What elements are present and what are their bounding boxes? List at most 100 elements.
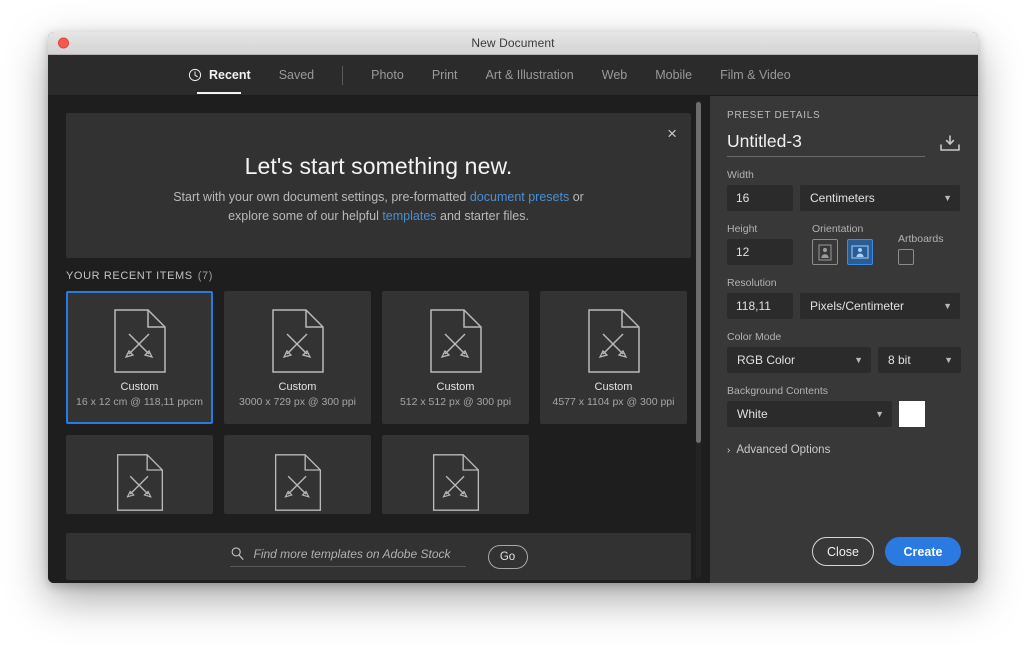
- dialog-body: × Let's start something new. Start with …: [48, 96, 978, 583]
- search-icon: [231, 547, 243, 560]
- welcome-banner: × Let's start something new. Start with …: [66, 113, 691, 258]
- recent-item-name: Custom: [436, 381, 475, 393]
- color-depth-select[interactable]: 8 bit ▼: [878, 347, 961, 373]
- scrollbar-track[interactable]: [696, 100, 701, 578]
- tab-saved[interactable]: Saved: [265, 55, 328, 95]
- resolution-input[interactable]: [727, 293, 793, 319]
- document-icon: [271, 309, 324, 373]
- background-color-swatch[interactable]: [899, 401, 925, 427]
- tab-label: Mobile: [655, 68, 693, 82]
- create-button[interactable]: Create: [885, 537, 961, 566]
- color-depth-value: 8 bit: [888, 353, 911, 367]
- background-contents-row: White ▼: [727, 401, 961, 427]
- recent-item-card[interactable]: Custom 16 x 12 cm @ 118,11 ppcm: [66, 291, 213, 424]
- recent-item-name: Custom: [594, 381, 633, 393]
- tab-art-illustration[interactable]: Art & Illustration: [472, 55, 588, 95]
- height-group: Height: [727, 223, 793, 265]
- tab-list: Recent Saved Photo Print Art & Illustrat…: [174, 55, 805, 95]
- height-orientation-row: Height Orientation: [727, 223, 961, 265]
- background-contents-select[interactable]: White ▼: [727, 401, 892, 427]
- chevron-right-icon: ›: [727, 444, 731, 456]
- chevron-down-icon: ▼: [854, 354, 863, 365]
- landscape-icon: [851, 245, 869, 259]
- tab-label: Art & Illustration: [485, 68, 574, 82]
- close-icon[interactable]: ×: [667, 125, 677, 142]
- recent-item-card[interactable]: Custom 512 x 512 px @ 300 ppi: [382, 291, 529, 424]
- recent-item-meta: 512 x 512 px @ 300 ppi: [399, 396, 512, 408]
- preset-name-row: [727, 131, 961, 157]
- tab-photo[interactable]: Photo: [357, 55, 418, 95]
- banner-text: or: [569, 190, 584, 204]
- tab-divider: [342, 65, 344, 85]
- recent-items-count: (7): [197, 270, 213, 282]
- tab-mobile[interactable]: Mobile: [641, 55, 706, 95]
- color-mode-select[interactable]: RGB Color ▼: [727, 347, 871, 373]
- search-input[interactable]: [253, 546, 459, 561]
- close-button[interactable]: Close: [812, 537, 874, 566]
- portrait-orientation-button[interactable]: [812, 239, 838, 265]
- banner-text: explore some of our helpful: [228, 209, 383, 223]
- recent-item-card[interactable]: [66, 435, 213, 514]
- advanced-options-toggle[interactable]: › Advanced Options: [727, 444, 961, 456]
- tab-web[interactable]: Web: [588, 55, 641, 95]
- tab-film-video[interactable]: Film & Video: [706, 55, 805, 95]
- banner-text: Start with your own document settings, p…: [173, 190, 470, 204]
- artboards-group: Artboards: [898, 233, 944, 265]
- tab-label: Web: [601, 68, 628, 82]
- landscape-orientation-button[interactable]: [847, 239, 873, 265]
- artboards-checkbox[interactable]: [898, 249, 914, 265]
- save-preset-icon[interactable]: [939, 135, 961, 153]
- clock-icon: [188, 68, 202, 82]
- scrollbar-thumb[interactable]: [696, 102, 701, 443]
- chevron-down-icon: ▼: [944, 354, 953, 365]
- tabbar: Recent Saved Photo Print Art & Illustrat…: [48, 55, 978, 96]
- stock-search-bar: Go: [66, 533, 691, 580]
- resolution-unit-select[interactable]: Pixels/Centimeter ▼: [800, 293, 960, 319]
- recent-items-label: YOUR RECENT ITEMS: [66, 270, 193, 282]
- artboards-label: Artboards: [898, 233, 944, 245]
- dialog-buttons: Close Create: [812, 537, 961, 566]
- document-icon: [274, 454, 321, 511]
- tab-label: Recent: [209, 68, 251, 82]
- portrait-icon: [818, 244, 832, 260]
- preset-details-label: PRESET DETAILS: [727, 110, 821, 121]
- tab-label: Saved: [278, 68, 315, 82]
- left-pane: × Let's start something new. Start with …: [48, 96, 710, 583]
- background-contents-label: Background Contents: [727, 385, 828, 397]
- chevron-down-icon: ▼: [943, 192, 952, 203]
- tab-label: Film & Video: [720, 68, 791, 82]
- height-label: Height: [727, 223, 758, 235]
- tab-recent[interactable]: Recent: [174, 55, 265, 95]
- recent-item-card[interactable]: [224, 435, 371, 514]
- document-presets-link[interactable]: document presets: [470, 190, 569, 204]
- document-icon: [587, 309, 640, 373]
- recent-item-card[interactable]: [382, 435, 529, 514]
- recent-item-card[interactable]: Custom 3000 x 729 px @ 300 ppi: [224, 291, 371, 424]
- new-document-dialog: New Document Recent Saved Photo Print Ar…: [48, 32, 978, 583]
- tab-label: Print: [431, 68, 458, 82]
- window-title: New Document: [471, 36, 555, 50]
- color-mode-value: RGB Color: [737, 353, 796, 367]
- preset-name-input[interactable]: [727, 131, 925, 157]
- width-input[interactable]: [727, 185, 793, 211]
- banner-subtitle-line2: explore some of our helpful templates an…: [66, 208, 691, 225]
- titlebar: New Document: [48, 32, 978, 55]
- close-window-dot[interactable]: [58, 37, 69, 49]
- advanced-options-label: Advanced Options: [736, 444, 831, 456]
- recent-item-name: Custom: [278, 381, 317, 393]
- tab-print[interactable]: Print: [418, 55, 472, 95]
- chevron-down-icon: ▼: [943, 300, 952, 311]
- banner-text: and starter files.: [436, 209, 529, 223]
- go-button[interactable]: Go: [487, 544, 528, 569]
- templates-link[interactable]: templates: [382, 209, 436, 223]
- recent-item-meta: 3000 x 729 px @ 300 ppi: [239, 396, 356, 408]
- document-icon: [432, 454, 479, 511]
- recent-items-grid: Custom 16 x 12 cm @ 118,11 ppcm Custom 3…: [66, 291, 691, 514]
- tab-label: Photo: [371, 68, 404, 82]
- width-label: Width: [727, 169, 754, 181]
- width-unit-select[interactable]: Centimeters ▼: [800, 185, 960, 211]
- height-input[interactable]: [727, 239, 793, 265]
- recent-item-card[interactable]: Custom 4577 x 1104 px @ 300 ppi: [540, 291, 687, 424]
- color-mode-row: RGB Color ▼ 8 bit ▼: [727, 347, 961, 373]
- recent-item-name: Custom: [120, 381, 159, 393]
